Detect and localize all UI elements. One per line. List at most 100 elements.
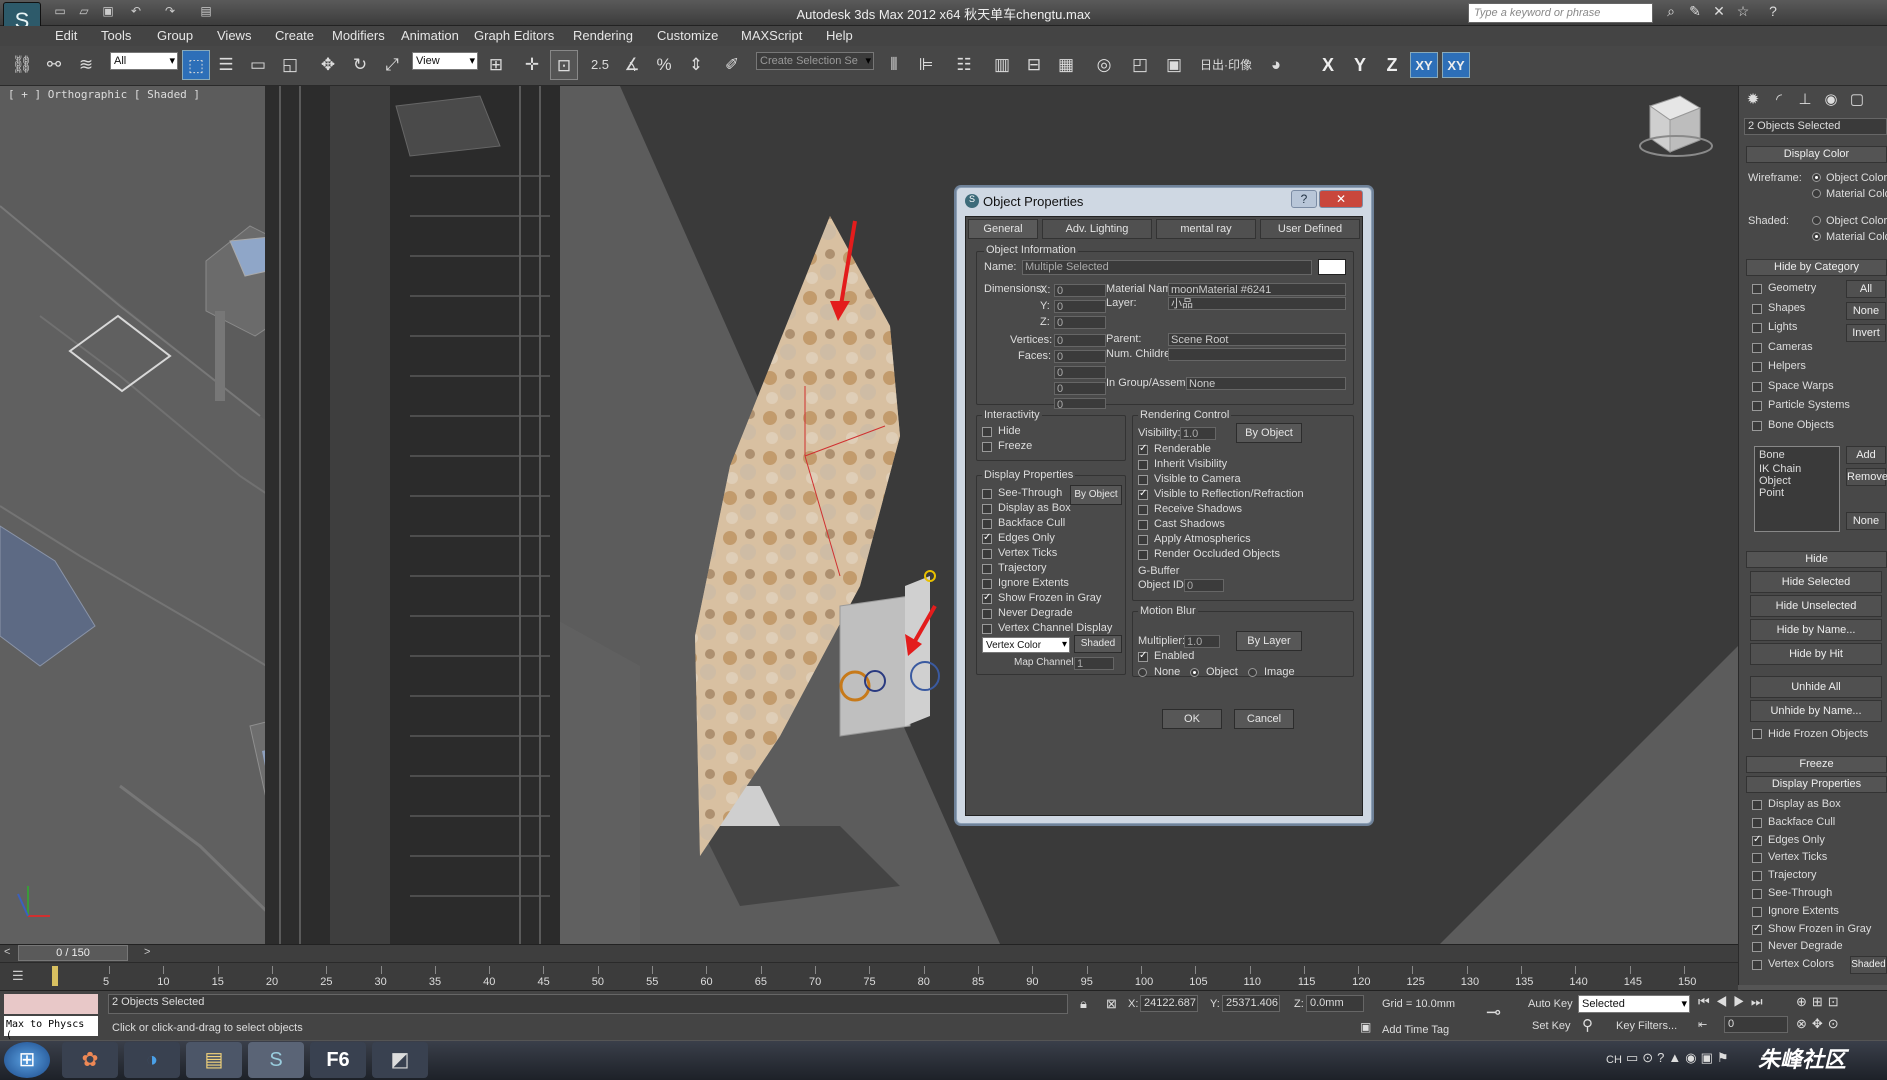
- key-mode-icon[interactable]: ⊸: [1486, 1002, 1501, 1023]
- time-next-icon[interactable]: >: [144, 946, 150, 958]
- rc-visible-to-reflection-refraction-checkbox[interactable]: [1138, 488, 1148, 500]
- rc-receive-shadows-checkbox[interactable]: [1138, 505, 1148, 515]
- hide-by-name-button[interactable]: Hide by Name...: [1750, 619, 1882, 641]
- hide-rollout[interactable]: Hide: [1746, 551, 1887, 568]
- hide-unselected-button[interactable]: Hide Unselected: [1750, 595, 1882, 617]
- taskbar-3dsmax-icon[interactable]: S: [248, 1042, 304, 1078]
- mini-curve-editor-icon[interactable]: ☰: [12, 968, 34, 984]
- visibility-field[interactable]: 1.0: [1180, 427, 1216, 440]
- category-all-button[interactable]: All: [1846, 280, 1886, 298]
- blur-none-radio[interactable]: [1138, 668, 1147, 677]
- select-object-icon[interactable]: ⬚: [182, 50, 210, 80]
- add-time-tag-button[interactable]: Add Time Tag: [1382, 1024, 1449, 1036]
- unhide-all-button[interactable]: Unhide All: [1750, 676, 1882, 698]
- freeze-checkbox[interactable]: [982, 442, 992, 452]
- bind-space-warp-icon[interactable]: ≋: [72, 50, 100, 80]
- binoculars-icon[interactable]: ⌕: [1660, 3, 1682, 23]
- absolute-mode-icon[interactable]: ⊠: [1106, 996, 1117, 1012]
- blur-image-radio[interactable]: [1248, 668, 1257, 677]
- select-by-name-icon[interactable]: ☰: [212, 50, 240, 80]
- tab-user-defined[interactable]: User Defined: [1260, 219, 1360, 239]
- menu-group[interactable]: Group: [157, 28, 193, 43]
- menu-graph-editors[interactable]: Graph Editors: [474, 28, 554, 43]
- cp-edges-only-checkbox[interactable]: [1752, 834, 1762, 846]
- category-listbox[interactable]: Bone IK Chain Object Point: [1754, 446, 1840, 532]
- cp-backface-cull-checkbox[interactable]: [1752, 817, 1762, 828]
- redo-icon[interactable]: ↷: [160, 4, 180, 22]
- sunrise-print-button[interactable]: 日出·印像: [1196, 50, 1256, 80]
- motion-blur-enabled-checkbox[interactable]: [1138, 650, 1148, 662]
- category-none-button[interactable]: None: [1846, 302, 1886, 320]
- axis-z-button[interactable]: Z: [1378, 52, 1406, 78]
- hierarchy-tab-icon[interactable]: ⊥: [1794, 90, 1816, 112]
- viewport-nav-icons-2[interactable]: ⊗✥⊙: [1796, 1016, 1844, 1032]
- menu-rendering[interactable]: Rendering: [573, 28, 633, 43]
- render-setup-icon[interactable]: ◰: [1126, 50, 1154, 80]
- cancel-button[interactable]: Cancel: [1234, 709, 1294, 729]
- time-slider-thumb[interactable]: 0 / 150: [18, 945, 128, 961]
- communication-icon[interactable]: ✕: [1708, 3, 1730, 23]
- hide-by-hit-button[interactable]: Hide by Hit: [1750, 643, 1882, 665]
- rc-cast-shadows-checkbox[interactable]: [1138, 520, 1148, 530]
- rc-visible-to-camera-checkbox[interactable]: [1138, 475, 1148, 485]
- rendered-frame-icon[interactable]: ▣: [1160, 50, 1188, 80]
- tab-mental-ray[interactable]: mental ray: [1156, 219, 1256, 239]
- vertex-color-dropdown[interactable]: Vertex Color: [982, 637, 1070, 653]
- search-input[interactable]: Type a keyword or phrase: [1468, 3, 1653, 23]
- selection-filter-dropdown[interactable]: All: [110, 52, 178, 70]
- rectangular-selection-icon[interactable]: ▭: [244, 50, 272, 80]
- viewport-nav-icons[interactable]: ⊕⊞⊡: [1796, 994, 1844, 1010]
- save-file-icon[interactable]: ▣: [98, 4, 118, 22]
- category-particle-systems-checkbox[interactable]: [1752, 401, 1762, 411]
- menu-tools[interactable]: Tools: [101, 28, 131, 43]
- name-field[interactable]: Multiple Selected: [1022, 260, 1312, 275]
- object-color-swatch[interactable]: [1318, 259, 1346, 275]
- menu-help[interactable]: Help: [826, 28, 853, 43]
- dp-trajectory-checkbox[interactable]: [982, 564, 992, 574]
- undo-icon[interactable]: ↶: [126, 4, 146, 22]
- category-invert-button[interactable]: Invert: [1846, 324, 1886, 342]
- key-filters-button[interactable]: Key Filters...: [1616, 1020, 1677, 1032]
- dialog-help-button[interactable]: ?: [1291, 190, 1317, 208]
- axis-xy-button[interactable]: XY: [1410, 52, 1438, 78]
- freeze-rollout[interactable]: Freeze: [1746, 756, 1887, 773]
- dp-show-frozen-in-gray-checkbox[interactable]: [982, 592, 992, 604]
- shaded-object-color-radio[interactable]: [1812, 216, 1821, 225]
- set-key-button[interactable]: Set Key: [1532, 1020, 1571, 1032]
- category-shapes-checkbox[interactable]: [1752, 303, 1762, 314]
- category-geometry-checkbox[interactable]: [1752, 284, 1762, 294]
- current-frame-field[interactable]: 0: [1724, 1016, 1788, 1033]
- cp-vertex-ticks-checkbox[interactable]: [1752, 853, 1762, 864]
- menu-views[interactable]: Views: [217, 28, 251, 43]
- key-step-icon[interactable]: ⇤: [1698, 1018, 1707, 1031]
- maxscript-listener-pink[interactable]: [4, 994, 98, 1014]
- ok-button[interactable]: OK: [1162, 709, 1222, 729]
- schematic-view-icon[interactable]: ▦: [1052, 50, 1080, 80]
- taskbar-app-6-icon[interactable]: ◩: [372, 1042, 428, 1078]
- coord-y-field[interactable]: 25371.406: [1222, 995, 1280, 1012]
- category-list-item-point[interactable]: Point: [1755, 487, 1839, 499]
- category-bone-objects-checkbox[interactable]: [1752, 420, 1762, 431]
- hide-selected-button[interactable]: Hide Selected: [1750, 571, 1882, 593]
- multiplier-field[interactable]: 1.0: [1184, 635, 1220, 648]
- unhide-by-name-button[interactable]: Unhide by Name...: [1750, 700, 1882, 722]
- percent-snap-icon[interactable]: %: [650, 50, 678, 80]
- modify-tab-icon[interactable]: ◜: [1768, 90, 1790, 112]
- display-tab-icon[interactable]: ▢: [1846, 90, 1868, 112]
- time-tag-icon[interactable]: ▣: [1360, 1020, 1371, 1034]
- time-slider[interactable]: < 0 / 150 >: [0, 944, 1738, 962]
- menu-create[interactable]: Create: [275, 28, 314, 43]
- category-remove-button[interactable]: Remove: [1846, 468, 1887, 486]
- tab-general[interactable]: General: [968, 219, 1038, 239]
- coord-x-field[interactable]: 24122.687: [1140, 995, 1198, 1012]
- viewport-orthographic[interactable]: [0, 86, 1738, 944]
- auto-key-button[interactable]: Auto Key: [1528, 998, 1573, 1010]
- dialog-close-button[interactable]: ✕: [1319, 190, 1363, 208]
- cp-never-degrade-checkbox[interactable]: [1752, 942, 1762, 953]
- render-production-icon[interactable]: ◕: [1262, 50, 1290, 80]
- hide-frozen-checkbox[interactable]: [1752, 729, 1762, 739]
- axis-xy-cycle-button[interactable]: XY: [1442, 52, 1470, 78]
- category-list-item-bone[interactable]: Bone: [1755, 447, 1839, 463]
- dp-vertex-ticks-checkbox[interactable]: [982, 549, 992, 559]
- lock-selection-icon[interactable]: 🔒︎: [1080, 996, 1087, 1012]
